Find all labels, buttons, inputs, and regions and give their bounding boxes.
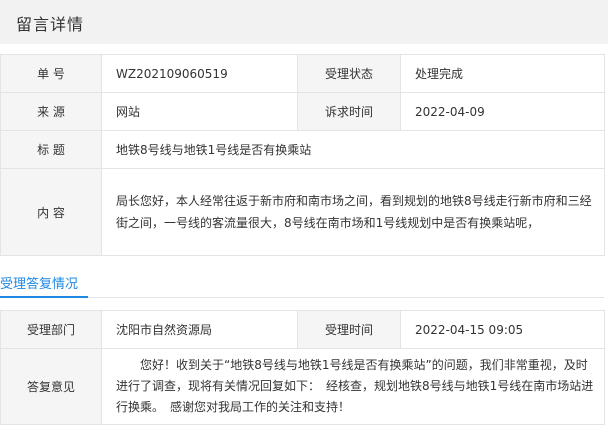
table-row: 标 题 地铁8号线与地铁1号线是否有换乘站 — [0, 130, 605, 169]
title-value: 地铁8号线与地铁1号线是否有换乘站 — [101, 130, 605, 169]
reply-info-table: 受理部门 沈阳市自然资源局 受理时间 2022-04-15 09:05 答复意见… — [0, 310, 605, 425]
table-row: 受理部门 沈阳市自然资源局 受理时间 2022-04-15 09:05 — [0, 310, 605, 349]
reply-time-label: 受理时间 — [297, 310, 401, 349]
source-value: 网站 — [101, 92, 298, 131]
page-title: 留言详情 — [16, 15, 85, 34]
content-value: 局长您好，本人经常往返于新市府和南市场之间，看到规划的地铁8号线走行新市府和三经… — [101, 168, 605, 256]
section-tab-underline — [0, 296, 88, 298]
opinion-value: 您好！收到关于“地铁8号线与地铁1号线是否有换乘站”的问题，我们非常重视，及时进… — [101, 348, 605, 425]
source-label: 来 源 — [0, 92, 102, 131]
dept-value: 沈阳市自然资源局 — [101, 310, 298, 349]
request-time-label: 诉求时间 — [297, 92, 401, 131]
dept-label: 受理部门 — [0, 310, 102, 349]
section-divider — [0, 297, 604, 298]
content-label: 内 容 — [0, 168, 102, 256]
request-time-value: 2022-04-09 — [400, 92, 605, 131]
reply-time-value: 2022-04-15 09:05 — [400, 310, 605, 349]
opinion-label: 答复意见 — [0, 348, 102, 425]
table-row: 来 源 网站 诉求时间 2022-04-09 — [0, 92, 605, 131]
table-row: 内 容 局长您好，本人经常往返于新市府和南市场之间，看到规划的地铁8号线走行新市… — [0, 168, 605, 256]
status-label: 受理状态 — [297, 54, 401, 93]
title-label: 标 题 — [0, 130, 102, 169]
number-label: 单 号 — [0, 54, 102, 93]
status-value: 处理完成 — [400, 54, 605, 93]
page-header: 留言详情 — [0, 0, 608, 44]
message-info-table: 单 号 WZ202109060519 受理状态 处理完成 来 源 网站 诉求时间… — [0, 54, 605, 256]
reply-section-title[interactable]: 受理答复情况 — [0, 273, 78, 292]
number-value: WZ202109060519 — [101, 54, 298, 93]
table-row: 答复意见 您好！收到关于“地铁8号线与地铁1号线是否有换乘站”的问题，我们非常重… — [0, 348, 605, 425]
table-row: 单 号 WZ202109060519 受理状态 处理完成 — [0, 54, 605, 93]
